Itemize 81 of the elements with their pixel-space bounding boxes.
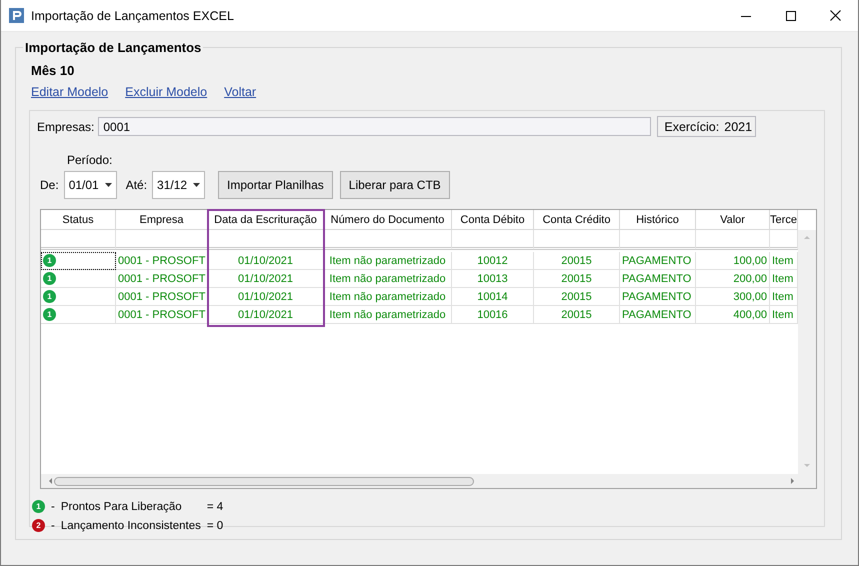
filter-cell[interactable] (324, 230, 452, 250)
legend-count: = 0 (206, 520, 224, 532)
legend-label: Prontos Para Liberação (60, 500, 183, 514)
maximize-icon (786, 10, 796, 20)
dropdown[interactable]: 31/12 (152, 171, 206, 199)
table-cell: 10012 (452, 252, 534, 270)
table-cell: 0001 - PROSOFT (116, 306, 208, 324)
table-cell: 10013 (452, 270, 534, 288)
scroll-up-icon[interactable] (804, 236, 810, 239)
column-header[interactable]: Número do Documento (324, 210, 452, 230)
scroll-down-icon[interactable] (804, 464, 810, 467)
legend-count: = 4 (206, 500, 224, 512)
caret-icon (104, 183, 112, 187)
table-cell: PAGAMENTO (620, 306, 696, 324)
table-cell: 0001 - PROSOFT (116, 270, 208, 288)
table-cell: 100,00 (696, 252, 770, 270)
legend-label: Lançamento Inconsistentes (60, 518, 202, 534)
table-cell: 400,00 (696, 306, 770, 324)
caret-icon (193, 183, 200, 187)
action-button[interactable]: Liberar para CTB (340, 171, 450, 199)
status-badge: 1 (43, 308, 56, 321)
close-icon (830, 10, 841, 21)
status-badge: 1 (32, 500, 45, 513)
field-label: De: (40, 178, 59, 192)
scroll-left-icon[interactable] (49, 478, 52, 484)
filter-cell[interactable] (534, 230, 620, 250)
table-cell: Item não parametrizado (324, 288, 452, 306)
group-title: Importação de Lançamentos (24, 40, 202, 55)
window-title: Importação de Lançamentos EXCEL (31, 8, 235, 22)
table-cell: Item não parametrizado (324, 252, 452, 270)
table-cell: 10014 (452, 288, 534, 306)
scroll-thumb[interactable] (54, 477, 474, 486)
table-cell: 20015 (534, 288, 620, 306)
table-cell: 01/10/2021 (208, 252, 324, 270)
column-header[interactable]: Histórico (620, 210, 696, 230)
column-header[interactable]: Status (41, 210, 116, 230)
table-cell: 01/10/2021 (208, 270, 324, 288)
status-badge: 2 (32, 519, 45, 532)
filter-cell[interactable] (41, 230, 116, 250)
field-label: Até: (126, 178, 148, 192)
link[interactable]: Excluir Modelo (125, 85, 208, 99)
table-cell: 20015 (534, 270, 620, 288)
field-label: Período: (67, 153, 114, 167)
month-title: Mês 10 (31, 63, 76, 78)
table-cell: PAGAMENTO (620, 288, 696, 306)
column-header[interactable]: Conta Crédito (534, 210, 620, 230)
table-cell: 20015 (534, 252, 620, 270)
table-cell: Item não parametrizado (324, 270, 452, 288)
table-cell: 01/10/2021 (208, 306, 324, 324)
table-cell: 10016 (452, 306, 534, 324)
vertical-scrollbar[interactable] (798, 230, 816, 474)
action-button[interactable]: Importar Planilhas (218, 171, 333, 199)
column-header[interactable]: Conta Débito (452, 210, 534, 230)
table-cell: 200,00 (696, 270, 770, 288)
link[interactable]: Voltar (224, 85, 256, 99)
link[interactable]: Editar Modelo (31, 85, 108, 99)
dropdown[interactable]: 01/01 (64, 171, 117, 199)
year-field: Exercício: 2021 (657, 116, 756, 137)
table-cell: 01/10/2021 (208, 288, 324, 306)
status-badge: 1 (43, 254, 56, 267)
separator-text: - (51, 520, 55, 532)
filter-cell[interactable] (696, 230, 770, 250)
table-cell: PAGAMENTO (620, 270, 696, 288)
app-logo-icon (9, 8, 24, 23)
column-header[interactable]: Valor (696, 210, 770, 230)
table-cell: 300,00 (696, 288, 770, 306)
table-cell: 20015 (534, 306, 620, 324)
filter-cell[interactable] (452, 230, 534, 250)
input-field[interactable]: 0001 (98, 117, 652, 136)
table-cell: 0001 - PROSOFT (116, 252, 208, 270)
status-badge: 1 (43, 272, 56, 285)
status-badge: 1 (43, 290, 56, 303)
column-header[interactable]: Terce (770, 210, 798, 230)
table-cell: Item não parametrizado (324, 306, 452, 324)
scroll-right-icon[interactable] (791, 478, 794, 484)
table-cell: 0001 - PROSOFT (116, 288, 208, 306)
separator-text: - (51, 500, 55, 512)
field-label: Empresas: (37, 120, 94, 134)
filter-cell[interactable] (620, 230, 696, 250)
horizontal-scrollbar[interactable] (41, 474, 816, 488)
table-cell: PAGAMENTO (620, 252, 696, 270)
